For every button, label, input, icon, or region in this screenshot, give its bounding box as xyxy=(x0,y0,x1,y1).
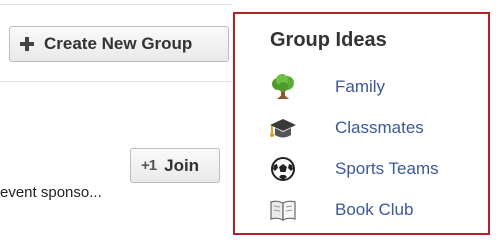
group-idea-family[interactable]: Family xyxy=(269,73,385,101)
join-button[interactable]: +1 Join xyxy=(130,148,220,183)
feed-snippet: event sponso... xyxy=(0,184,102,201)
group-ideas-title: Group Ideas xyxy=(270,29,387,51)
group-idea-sports-teams[interactable]: Sports Teams xyxy=(269,155,439,183)
create-new-group-button[interactable]: Create New Group xyxy=(9,26,229,62)
group-idea-label: Classmates xyxy=(335,118,424,137)
plus-one-icon: +1 xyxy=(141,157,157,174)
tree-icon xyxy=(269,73,297,101)
group-ideas-panel: Group Ideas Family Classmates Sports Tea… xyxy=(233,12,490,235)
group-idea-classmates[interactable]: Classmates xyxy=(269,114,424,142)
group-idea-label: Book Club xyxy=(335,200,414,219)
plus-icon xyxy=(20,37,34,51)
graduation-cap-icon xyxy=(269,114,297,142)
group-idea-label: Family xyxy=(335,77,386,96)
create-new-group-label: Create New Group xyxy=(44,34,193,53)
group-idea-book-club[interactable]: Book Club xyxy=(269,196,413,224)
divider xyxy=(0,81,232,82)
group-idea-label: Sports Teams xyxy=(335,159,439,178)
soccer-ball-icon xyxy=(269,155,297,183)
book-icon xyxy=(269,196,297,224)
divider xyxy=(0,4,232,5)
join-label: Join xyxy=(164,155,200,175)
